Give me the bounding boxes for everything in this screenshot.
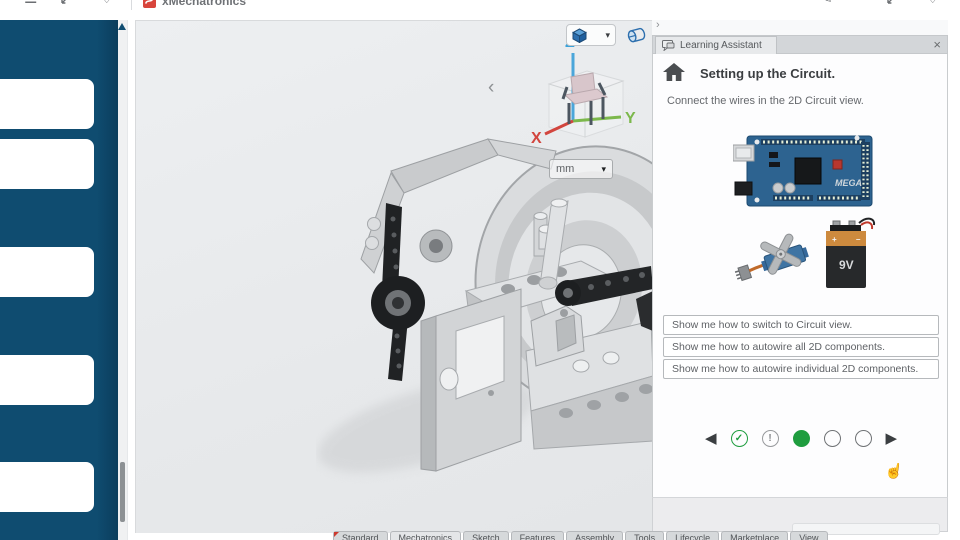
assembly-3d-model: [317, 138, 653, 473]
svg-text:+: +: [832, 235, 837, 244]
tab-view[interactable]: View: [790, 531, 828, 540]
section-view-icon[interactable]: [626, 27, 648, 48]
hand-pointer-cursor-icon: ☝: [883, 461, 905, 482]
caret-down-icon: ▾: [605, 29, 610, 40]
left-task-panel: [0, 10, 118, 540]
next-step-button[interactable]: ▶: [886, 430, 898, 447]
check-icon: ✓: [734, 433, 744, 444]
tab-mechatronics[interactable]: Mechatronics: [389, 531, 462, 540]
assistant-step-title: Setting up the Circuit.: [700, 66, 836, 81]
ribbon-tab-bar: Standard Mechatronics Sketch Features As…: [333, 531, 828, 540]
panel-collapse-chevron-icon[interactable]: ›: [656, 19, 660, 31]
header-divider: [131, 0, 132, 10]
tab-label: Learning Assistant: [680, 40, 762, 51]
arduino-mega-image: MEGA: [733, 135, 873, 207]
servo-motor: [734, 233, 809, 282]
caret-down-icon: ▾: [601, 163, 606, 174]
view-mode-dropdown[interactable]: ▾: [566, 24, 616, 46]
sidebar-scrollbar[interactable]: [118, 20, 128, 540]
step-indicator-todo: [823, 430, 841, 447]
step-navigation: ◀ ✓ ! ▶: [653, 430, 949, 447]
assistant-step-description: Connect the wires in the 2D Circuit view…: [667, 95, 864, 107]
expand-arrows-icon[interactable]: [886, 0, 900, 9]
tab-notification-corner: [334, 532, 339, 537]
step-indicator-warning: !: [761, 430, 779, 447]
tab-sketch[interactable]: Sketch: [463, 531, 509, 540]
panel-card[interactable]: [0, 247, 94, 297]
view-cube-icon: [572, 27, 587, 43]
step-indicator-todo: [854, 430, 872, 447]
favorite-heart-icon[interactable]: ♡: [926, 0, 939, 7]
top-bar: ☰ ♡ xMechatronics ✎ ─ ♡: [0, 0, 960, 20]
scroll-up-arrow[interactable]: [118, 23, 126, 30]
axis-y-label: Y: [625, 110, 636, 127]
edit-pencil-icon[interactable]: ✎: [820, 0, 833, 7]
svg-text:–: –: [856, 235, 861, 244]
exclamation-icon: !: [768, 433, 772, 444]
battery-label: 9V: [839, 258, 854, 272]
menu-icon[interactable]: ☰: [24, 0, 37, 7]
viewport-canvas[interactable]: Z Y X ▾ ‹ mm ▾: [135, 20, 653, 533]
axis-x-label: X: [531, 130, 542, 147]
home-icon[interactable]: [663, 63, 685, 86]
minimize-icon[interactable]: ─: [848, 0, 859, 7]
tab-standard[interactable]: Standard: [333, 531, 388, 540]
tab-features[interactable]: Features: [510, 531, 565, 540]
panel-top-strip: ›: [652, 19, 948, 35]
favorite-heart-icon[interactable]: ♡: [100, 0, 113, 7]
suggestion-autowire-all[interactable]: Show me how to autowire all 2D component…: [663, 337, 939, 357]
app-logo: [143, 0, 156, 8]
board-label: MEGA: [835, 178, 862, 188]
tab-lifecycle[interactable]: Lifecycle: [666, 531, 720, 540]
units-dropdown[interactable]: mm ▾: [549, 159, 613, 179]
tab-assembly[interactable]: Assembly: [566, 531, 624, 540]
assistant-tab-bar: Learning Assistant ×: [652, 35, 948, 54]
battery-9v: + – 9V: [826, 217, 876, 288]
collapse-arrows-icon[interactable]: [60, 0, 74, 9]
chat-bubble-icon: [662, 40, 675, 51]
app-title: xMechatronics: [162, 0, 247, 8]
previous-chevron-icon[interactable]: ‹: [488, 77, 494, 99]
prev-step-button[interactable]: ◀: [705, 430, 717, 447]
orientation-triad[interactable]: Z Y X: [529, 29, 639, 147]
step-indicator-current: [792, 430, 810, 447]
tab-learning-assistant[interactable]: Learning Assistant: [655, 36, 777, 54]
panel-card[interactable]: [0, 355, 94, 405]
scroll-thumb[interactable]: [120, 462, 125, 522]
tab-tools[interactable]: Tools: [625, 531, 665, 540]
panel-card[interactable]: [0, 79, 94, 129]
suggestion-switch-circuit-view[interactable]: Show me how to switch to Circuit view.: [663, 315, 939, 335]
panel-card[interactable]: [0, 462, 94, 512]
suggestion-list: Show me how to switch to Circuit view. S…: [663, 315, 939, 379]
tab-marketplace[interactable]: Marketplace: [721, 531, 789, 540]
close-icon[interactable]: ×: [933, 37, 941, 52]
step-indicator-done: ✓: [730, 430, 748, 447]
servo-battery-image: + – 9V: [734, 217, 876, 288]
panel-card[interactable]: [0, 139, 94, 189]
suggestion-autowire-individual[interactable]: Show me how to autowire individual 2D co…: [663, 359, 939, 379]
assistant-panel: Setting up the Circuit. Connect the wire…: [652, 54, 948, 497]
units-label: mm: [556, 163, 575, 175]
